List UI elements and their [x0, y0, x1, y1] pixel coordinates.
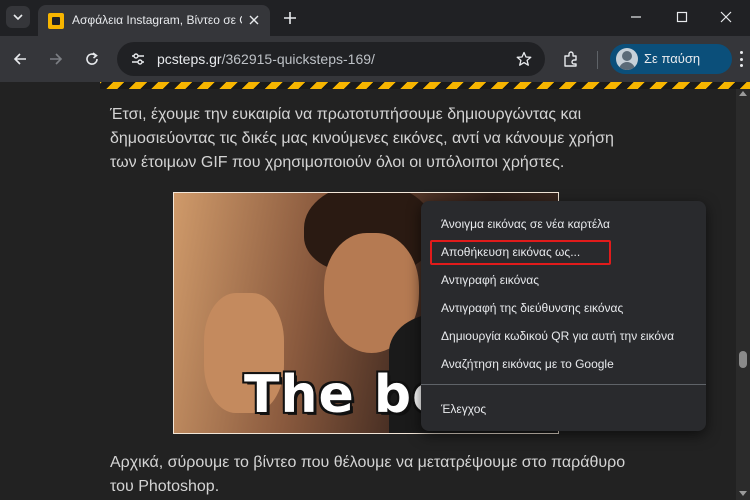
active-tab[interactable]: Ασφάλεια Instagram, Βίντεο σε GIF [38, 5, 270, 36]
reload-button[interactable] [79, 46, 105, 72]
minimize-button[interactable] [618, 4, 654, 30]
tune-icon [132, 53, 144, 65]
url-text: pcsteps.gr/362915-quicksteps-169/ [157, 51, 375, 67]
forward-button[interactable] [43, 46, 69, 72]
close-icon [720, 11, 732, 23]
site-info-button[interactable] [125, 47, 151, 71]
address-bar[interactable]: pcsteps.gr/362915-quicksteps-169/ [117, 42, 545, 76]
site-header-stripe [0, 82, 750, 89]
menu-item-open-image-new-tab[interactable]: Άνοιγμα εικόνας σε νέα καρτέλα [421, 210, 706, 238]
menu-divider [421, 384, 706, 385]
arrow-right-icon [50, 53, 63, 65]
article-paragraph: Έτσι, έχουμε την ευκαιρία να πρωτοτυπήσο… [110, 106, 614, 171]
avatar [616, 48, 638, 70]
profile-button[interactable]: Σε παύση [610, 44, 732, 74]
puzzle-icon [564, 51, 577, 67]
page-scrollbar[interactable] [736, 89, 750, 500]
menu-item-create-qr-code[interactable]: Δημιουργία κωδικού QR για αυτή την εικόν… [421, 322, 706, 350]
menu-item-search-image-google[interactable]: Αναζήτηση εικόνας με το Google [421, 350, 706, 378]
url-path: /362915-quicksteps-169/ [221, 51, 375, 67]
extensions-button[interactable] [560, 48, 582, 70]
browser-toolbar: pcsteps.gr/362915-quicksteps-169/ Σε παύ… [0, 36, 750, 82]
profile-status-label: Σε παύση [644, 51, 701, 66]
tab-close-button[interactable] [246, 12, 262, 28]
image-caption-text: The be [244, 365, 449, 425]
context-menu: Άνοιγμα εικόνας σε νέα καρτέλα Αποθήκευσ… [421, 201, 706, 431]
menu-item-copy-image-address[interactable]: Αντιγραφή της διεύθυνσης εικόνας [421, 294, 706, 322]
star-icon [516, 51, 532, 66]
toolbar-separator [597, 51, 598, 69]
arrow-left-icon [13, 53, 26, 65]
tab-strip: Ασφάλεια Instagram, Βίντεο σε GIF [0, 0, 750, 36]
chevron-down-icon [13, 14, 23, 21]
kebab-menu-icon[interactable] [736, 48, 746, 70]
scrollbar-thumb[interactable] [739, 351, 747, 368]
reload-icon [86, 52, 98, 65]
plus-icon [284, 12, 296, 24]
new-tab-button[interactable] [278, 7, 302, 29]
menu-item-copy-image[interactable]: Αντιγραφή εικόνας [421, 266, 706, 294]
minimize-icon [631, 16, 641, 18]
highlight-annotation-box [430, 240, 611, 265]
close-icon [249, 15, 259, 25]
scroll-down-arrow-icon[interactable] [739, 491, 747, 496]
maximize-button[interactable] [664, 4, 700, 30]
tab-title: Ασφάλεια Instagram, Βίντεο σε GIF [72, 13, 242, 27]
menu-item-inspect[interactable]: Έλεγχος [421, 395, 706, 423]
bookmark-button[interactable] [515, 50, 533, 68]
site-favicon-icon [48, 13, 64, 29]
url-host: pcsteps.gr [157, 51, 222, 67]
back-button[interactable] [7, 46, 33, 72]
maximize-icon [676, 11, 688, 23]
close-window-button[interactable] [708, 4, 744, 30]
scroll-up-arrow-icon[interactable] [739, 91, 747, 96]
article-paragraph: Αρχικά, σύρουμε το βίντεο που θέλουμε να… [110, 454, 626, 495]
tab-search-button[interactable] [6, 6, 30, 28]
